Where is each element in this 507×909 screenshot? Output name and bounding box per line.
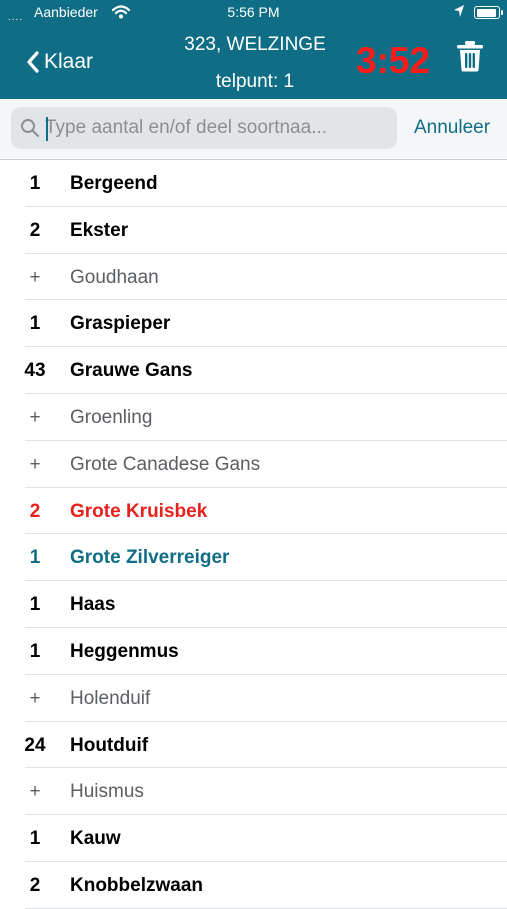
page-subtitle: telpunt: 1 xyxy=(215,71,295,92)
species-name: Groenling xyxy=(70,406,153,428)
list-item[interactable]: 43 Grauwe Gans xyxy=(0,347,507,394)
species-name: Grote Zilverreiger xyxy=(70,547,230,569)
species-count: + xyxy=(29,406,41,428)
chevron-left-icon xyxy=(27,51,39,73)
list-item[interactable]: 2 Knobbelzwaan xyxy=(0,862,507,909)
species-count: 1 xyxy=(29,828,41,850)
list-item[interactable]: + Holenduif xyxy=(0,675,507,722)
list-item[interactable]: + Groenling xyxy=(0,394,507,441)
list-item[interactable]: 2 Grote Kruisbek xyxy=(0,488,507,535)
battery-icon xyxy=(474,6,503,19)
species-name: Grauwe Gans xyxy=(70,360,193,382)
search-input[interactable] xyxy=(45,113,389,143)
status-bar: .... Aanbieder 5:56 PM xyxy=(0,0,507,26)
list-item[interactable]: + Grote Canadese Gans xyxy=(0,441,507,488)
back-button-label: Klaar xyxy=(44,50,94,73)
text-cursor xyxy=(46,117,48,141)
species-name: Huismus xyxy=(70,781,144,803)
trash-icon[interactable] xyxy=(456,40,484,77)
species-count: 1 xyxy=(29,640,41,662)
list-item[interactable]: 1 Grote Zilverreiger xyxy=(0,534,507,582)
species-name: Holenduif xyxy=(70,687,151,709)
species-name: Ekster xyxy=(70,219,129,241)
navigation-header: .... Aanbieder 5:56 PM Klaar 323, WELZIN… xyxy=(0,0,507,99)
cancel-button[interactable]: Annuleer xyxy=(414,117,490,139)
species-name: Houtduif xyxy=(70,734,149,756)
species-count: 2 xyxy=(29,219,41,241)
species-count: + xyxy=(29,453,41,475)
species-name: Heggenmus xyxy=(70,640,179,662)
list-item[interactable]: 2 Ekster xyxy=(0,207,507,254)
species-count: 43 xyxy=(24,360,46,382)
species-count: 24 xyxy=(24,734,46,756)
list-item[interactable]: 24 Houtduif xyxy=(0,722,507,769)
list-item[interactable]: 1 Heggenmus xyxy=(0,628,507,675)
list-item[interactable]: 1 Graspieper xyxy=(0,300,507,348)
status-time: 5:56 PM xyxy=(227,4,280,20)
species-count: 2 xyxy=(29,874,41,896)
species-count: 1 xyxy=(29,547,41,569)
search-bar: Annuleer xyxy=(0,99,507,160)
species-count: 2 xyxy=(29,500,41,522)
species-list: 1 Bergeend 2 Ekster + Goudhaan 1 Graspieper 43 Gr… xyxy=(0,160,507,909)
list-item[interactable]: 1 Haas xyxy=(0,581,507,628)
species-count: + xyxy=(29,266,41,288)
page-title: 323, WELZINGE xyxy=(184,34,326,55)
countdown-timer: 3:52 xyxy=(356,40,431,81)
species-name: Haas xyxy=(70,594,116,616)
back-button[interactable]: Klaar xyxy=(26,46,93,78)
list-item[interactable]: + Goudhaan xyxy=(0,254,507,301)
search-icon xyxy=(20,118,40,143)
species-name: Grote Kruisbek xyxy=(70,500,208,522)
species-count: + xyxy=(29,687,41,709)
list-item[interactable]: 1 Kauw xyxy=(0,815,507,862)
species-name: Kauw xyxy=(70,828,121,850)
species-count: 1 xyxy=(29,173,41,194)
list-item[interactable]: 1 Bergeend xyxy=(0,160,507,207)
location-arrow-icon xyxy=(453,4,465,21)
species-name: Knobbelzwaan xyxy=(70,874,204,896)
species-count: + xyxy=(29,781,41,803)
species-count: 1 xyxy=(29,594,41,616)
species-count: 1 xyxy=(29,313,41,335)
species-name: Grote Canadese Gans xyxy=(70,453,261,475)
species-name: Graspieper xyxy=(70,313,171,335)
search-field-container[interactable] xyxy=(11,107,397,149)
species-name: Goudhaan xyxy=(70,266,159,288)
species-name: Bergeend xyxy=(70,173,158,194)
list-item[interactable]: + Huismus xyxy=(0,768,507,816)
